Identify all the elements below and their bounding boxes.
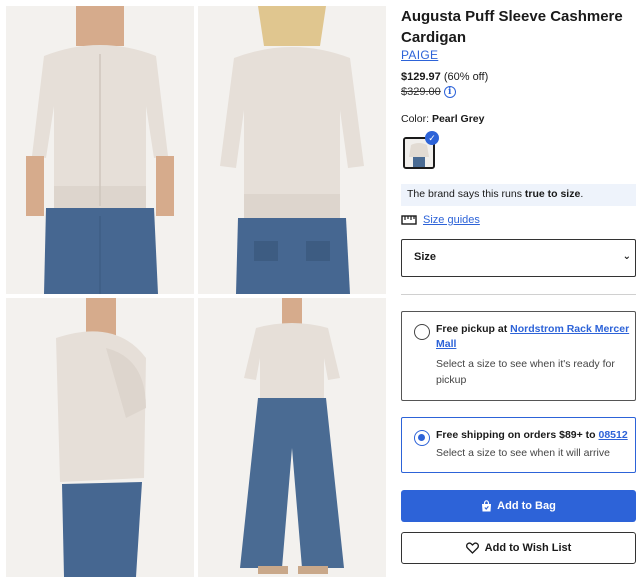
add-to-bag-label: Add to Bag <box>497 500 556 512</box>
size-dropdown-label: Size <box>414 251 437 263</box>
price-row: $129.97 (60% off) <box>401 71 488 83</box>
pickup-note: Select a size to see when it's ready for… <box>436 358 615 386</box>
shipping-option[interactable]: Free shipping on orders $89+ to 08512 Se… <box>401 417 636 473</box>
original-price: $329.00 <box>401 86 441 98</box>
discount-label: (60% off) <box>443 71 489 83</box>
size-dropdown[interactable]: Size ⌄ <box>401 239 636 277</box>
product-image-back[interactable] <box>198 6 386 294</box>
info-icon[interactable]: i <box>443 86 456 98</box>
product-image-full-length[interactable] <box>198 298 386 577</box>
shipping-heading: Free shipping on orders $89+ to 08512 <box>436 428 632 443</box>
check-icon: ✓ <box>425 131 439 145</box>
pickup-radio[interactable] <box>414 324 430 340</box>
heart-icon <box>465 542 479 554</box>
color-value: Pearl Grey <box>431 113 485 125</box>
color-row: Color: Pearl Grey <box>401 113 484 125</box>
shipping-radio[interactable] <box>414 430 430 446</box>
chevron-down-icon: ⌄ <box>622 251 631 262</box>
shipping-prefix: Free shipping on orders $89+ to <box>436 429 599 441</box>
original-price-row: $329.00 i <box>401 86 456 98</box>
add-to-bag-button[interactable]: Add to Bag <box>401 490 636 522</box>
size-guide-link[interactable]: Size guides <box>401 214 480 226</box>
pickup-heading: Free pickup at Nordstrom Rack Mercer Mal… <box>436 322 632 352</box>
product-gallery <box>0 0 392 577</box>
zip-link[interactable]: 08512 <box>599 429 628 441</box>
product-image-side[interactable] <box>6 298 194 577</box>
pickup-prefix: Free pickup at <box>436 323 511 335</box>
add-to-wishlist-button[interactable]: Add to Wish List <box>401 532 636 564</box>
fit-banner: The brand says this runs true to size. <box>401 184 636 206</box>
fit-emphasis: true to size <box>524 188 581 200</box>
shipping-note: Select a size to see when it will arrive <box>436 447 610 459</box>
product-image-front[interactable] <box>6 6 194 294</box>
size-guide-label: Size guides <box>423 214 480 226</box>
product-details: Augusta Puff Sleeve Cashmere Cardigan PA… <box>401 0 636 577</box>
fit-suffix: . <box>580 188 584 200</box>
brand-link[interactable]: PAIGE <box>401 48 438 62</box>
add-to-wishlist-label: Add to Wish List <box>484 542 572 554</box>
color-label: Color: <box>401 113 430 125</box>
fit-prefix: The brand says this runs <box>407 188 525 200</box>
product-title: Augusta Puff Sleeve Cashmere Cardigan <box>401 8 623 46</box>
divider <box>401 294 636 295</box>
pickup-option[interactable]: Free pickup at Nordstrom Rack Mercer Mal… <box>401 311 636 401</box>
ruler-icon <box>401 215 417 225</box>
shopping-bag-icon <box>482 500 492 512</box>
sale-price: $129.97 <box>401 71 441 83</box>
